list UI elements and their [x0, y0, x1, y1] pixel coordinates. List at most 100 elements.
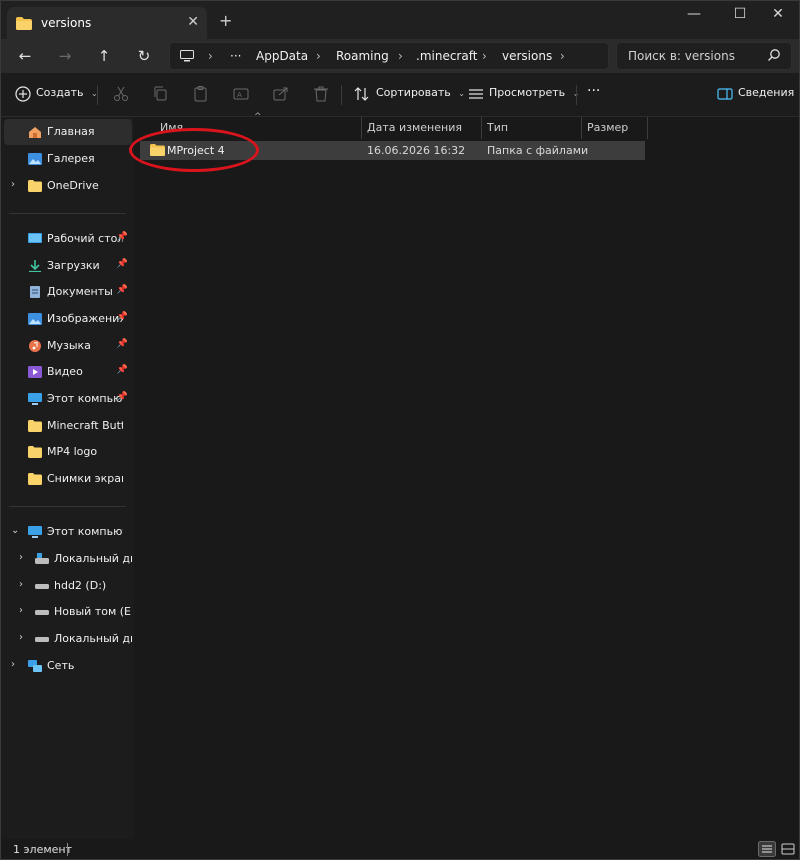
- up-button[interactable]: ↑: [90, 44, 118, 68]
- cut-icon[interactable]: [112, 85, 130, 103]
- column-header-size[interactable]: Размер: [581, 117, 647, 139]
- download-icon: [29, 260, 41, 272]
- folder-icon: [28, 420, 42, 432]
- sidebar-item-label: MP4 logo: [47, 445, 98, 458]
- file-date: 16.06.2026 16:32: [367, 144, 466, 157]
- documents-icon: [30, 286, 40, 298]
- back-button[interactable]: ←: [11, 44, 39, 68]
- more-options-button[interactable]: ···: [587, 83, 600, 99]
- divider: [9, 506, 126, 507]
- breadcrumb-appdata[interactable]: AppData: [256, 49, 308, 63]
- chevron-right-icon[interactable]: ›: [19, 605, 23, 616]
- minimize-button[interactable]: —: [673, 3, 715, 29]
- folder-icon: [16, 17, 32, 30]
- details-pane-icon: [717, 88, 733, 100]
- share-icon[interactable]: [272, 85, 290, 103]
- computer-icon: [28, 393, 42, 405]
- sidebar-item-downloads[interactable]: Загрузки 📌: [1, 253, 134, 279]
- column-label: Размер: [587, 121, 629, 134]
- sidebar-item-pictures[interactable]: Изображения 📌: [1, 306, 134, 332]
- column-divider[interactable]: [647, 117, 648, 139]
- home-icon: [29, 127, 41, 138]
- sidebar-item-network[interactable]: › Сеть: [1, 653, 134, 679]
- sidebar-item-screenshots[interactable]: Снимки экрана: [1, 466, 134, 492]
- sidebar-item-local-disk[interactable]: › Локальный диск: [1, 626, 134, 652]
- pin-icon: 📌: [116, 285, 128, 295]
- pin-icon: 📌: [116, 232, 128, 242]
- sidebar-item-onedrive[interactable]: › OneDrive: [1, 173, 134, 199]
- search-input[interactable]: Поиск в: versions: [616, 42, 792, 70]
- chevron-right-icon[interactable]: ›: [11, 659, 15, 670]
- forward-button[interactable]: →: [51, 44, 79, 68]
- chevron-right-icon[interactable]: ›: [19, 552, 23, 563]
- paste-icon[interactable]: [192, 85, 210, 103]
- details-view-icon[interactable]: [758, 841, 776, 857]
- sidebar-item-hdd2[interactable]: › hdd2 (D:): [1, 573, 134, 599]
- column-header-type[interactable]: Тип: [481, 117, 581, 139]
- divider: [97, 85, 98, 105]
- chevron-right-icon[interactable]: ›: [11, 179, 15, 190]
- sidebar-item-this-pc-pinned[interactable]: Этот компьютер 📌: [1, 386, 134, 412]
- drive-icon: [35, 610, 49, 615]
- tiles-view-icon[interactable]: [779, 841, 797, 857]
- sidebar-item-label: Сеть: [47, 659, 75, 672]
- drive-icon: [35, 637, 49, 642]
- sidebar-item-label: OneDrive: [47, 179, 99, 192]
- navigation-bar: ← → ↑ ↻ › ··· AppData › Roaming › .minec…: [1, 39, 799, 73]
- file-list: Имя ^ Дата изменения Тип Размер MProject…: [134, 112, 799, 839]
- sidebar-item-video[interactable]: Видео 📌: [1, 359, 134, 385]
- divider: [9, 213, 126, 214]
- sort-label: Сортировать: [376, 86, 451, 99]
- sidebar-item-mp4-logo[interactable]: MP4 logo: [1, 439, 134, 465]
- chevron-down-icon[interactable]: ⌄: [11, 525, 19, 536]
- sidebar-item-label: Музыка: [47, 339, 91, 352]
- tab-versions[interactable]: versions ✕: [7, 7, 207, 39]
- delete-icon[interactable]: [312, 85, 330, 103]
- view-button[interactable]: Просмотреть ⌄: [489, 86, 579, 99]
- new-tab-button[interactable]: +: [219, 11, 232, 30]
- sidebar-item-label: Видео: [47, 365, 83, 378]
- chevron-down-icon: ⌄: [458, 89, 465, 98]
- close-tab-icon[interactable]: ✕: [187, 14, 199, 30]
- divider: [576, 85, 577, 105]
- sidebar-item-documents[interactable]: Документы 📌: [1, 279, 134, 305]
- sidebar-item-music[interactable]: Музыка 📌: [1, 333, 134, 359]
- address-bar[interactable]: › ··· AppData › Roaming › .minecraft › v…: [169, 42, 609, 70]
- chevron-right-icon: ›: [316, 49, 321, 63]
- navigation-pane: Главная Галерея › OneDrive Рабочий стол …: [1, 117, 134, 839]
- close-window-button[interactable]: ✕: [757, 3, 799, 29]
- details-button[interactable]: Сведения: [738, 86, 794, 99]
- refresh-button[interactable]: ↻: [130, 44, 158, 68]
- copy-icon[interactable]: [152, 85, 170, 103]
- computer-icon: [28, 526, 42, 538]
- create-label: Создать: [36, 86, 84, 99]
- svg-text:A: A: [237, 91, 242, 99]
- chevron-right-icon[interactable]: ›: [19, 579, 23, 590]
- gallery-icon: [28, 153, 42, 165]
- breadcrumb-minecraft[interactable]: .minecraft: [416, 49, 477, 63]
- sidebar-item-new-volume-e[interactable]: › Новый том (E:): [1, 599, 134, 625]
- add-icon: [15, 86, 31, 102]
- sort-button[interactable]: Сортировать ⌄: [376, 86, 465, 99]
- sort-icon: [354, 87, 369, 101]
- folder-icon: [28, 446, 42, 458]
- pin-icon: 📌: [116, 259, 128, 269]
- sidebar-item-desktop[interactable]: Рабочий стол 📌: [1, 226, 134, 252]
- sidebar-item-gallery[interactable]: Галерея: [1, 146, 134, 172]
- breadcrumb-versions[interactable]: versions: [502, 49, 552, 63]
- create-button[interactable]: Создать ⌄: [36, 86, 98, 99]
- pin-icon: 📌: [116, 392, 128, 402]
- breadcrumb-overflow[interactable]: ···: [230, 49, 241, 63]
- column-header-date[interactable]: Дата изменения: [361, 117, 481, 139]
- rename-icon[interactable]: A: [232, 85, 250, 103]
- breadcrumb-roaming[interactable]: Roaming: [336, 49, 389, 63]
- maximize-button[interactable]: ☐: [719, 3, 761, 29]
- sidebar-item-this-pc[interactable]: ⌄ Этот компьютер: [1, 519, 134, 545]
- folder-icon: [28, 473, 42, 485]
- sidebar-item-local-disk-c[interactable]: › Локальный диск: [1, 546, 134, 572]
- search-icon: [768, 49, 780, 61]
- sidebar-item-home[interactable]: Главная: [4, 119, 132, 145]
- chevron-right-icon[interactable]: ›: [19, 632, 23, 643]
- column-label: Дата изменения: [367, 121, 462, 134]
- sidebar-item-minecraft-button[interactable]: Minecraft Button: [1, 413, 134, 439]
